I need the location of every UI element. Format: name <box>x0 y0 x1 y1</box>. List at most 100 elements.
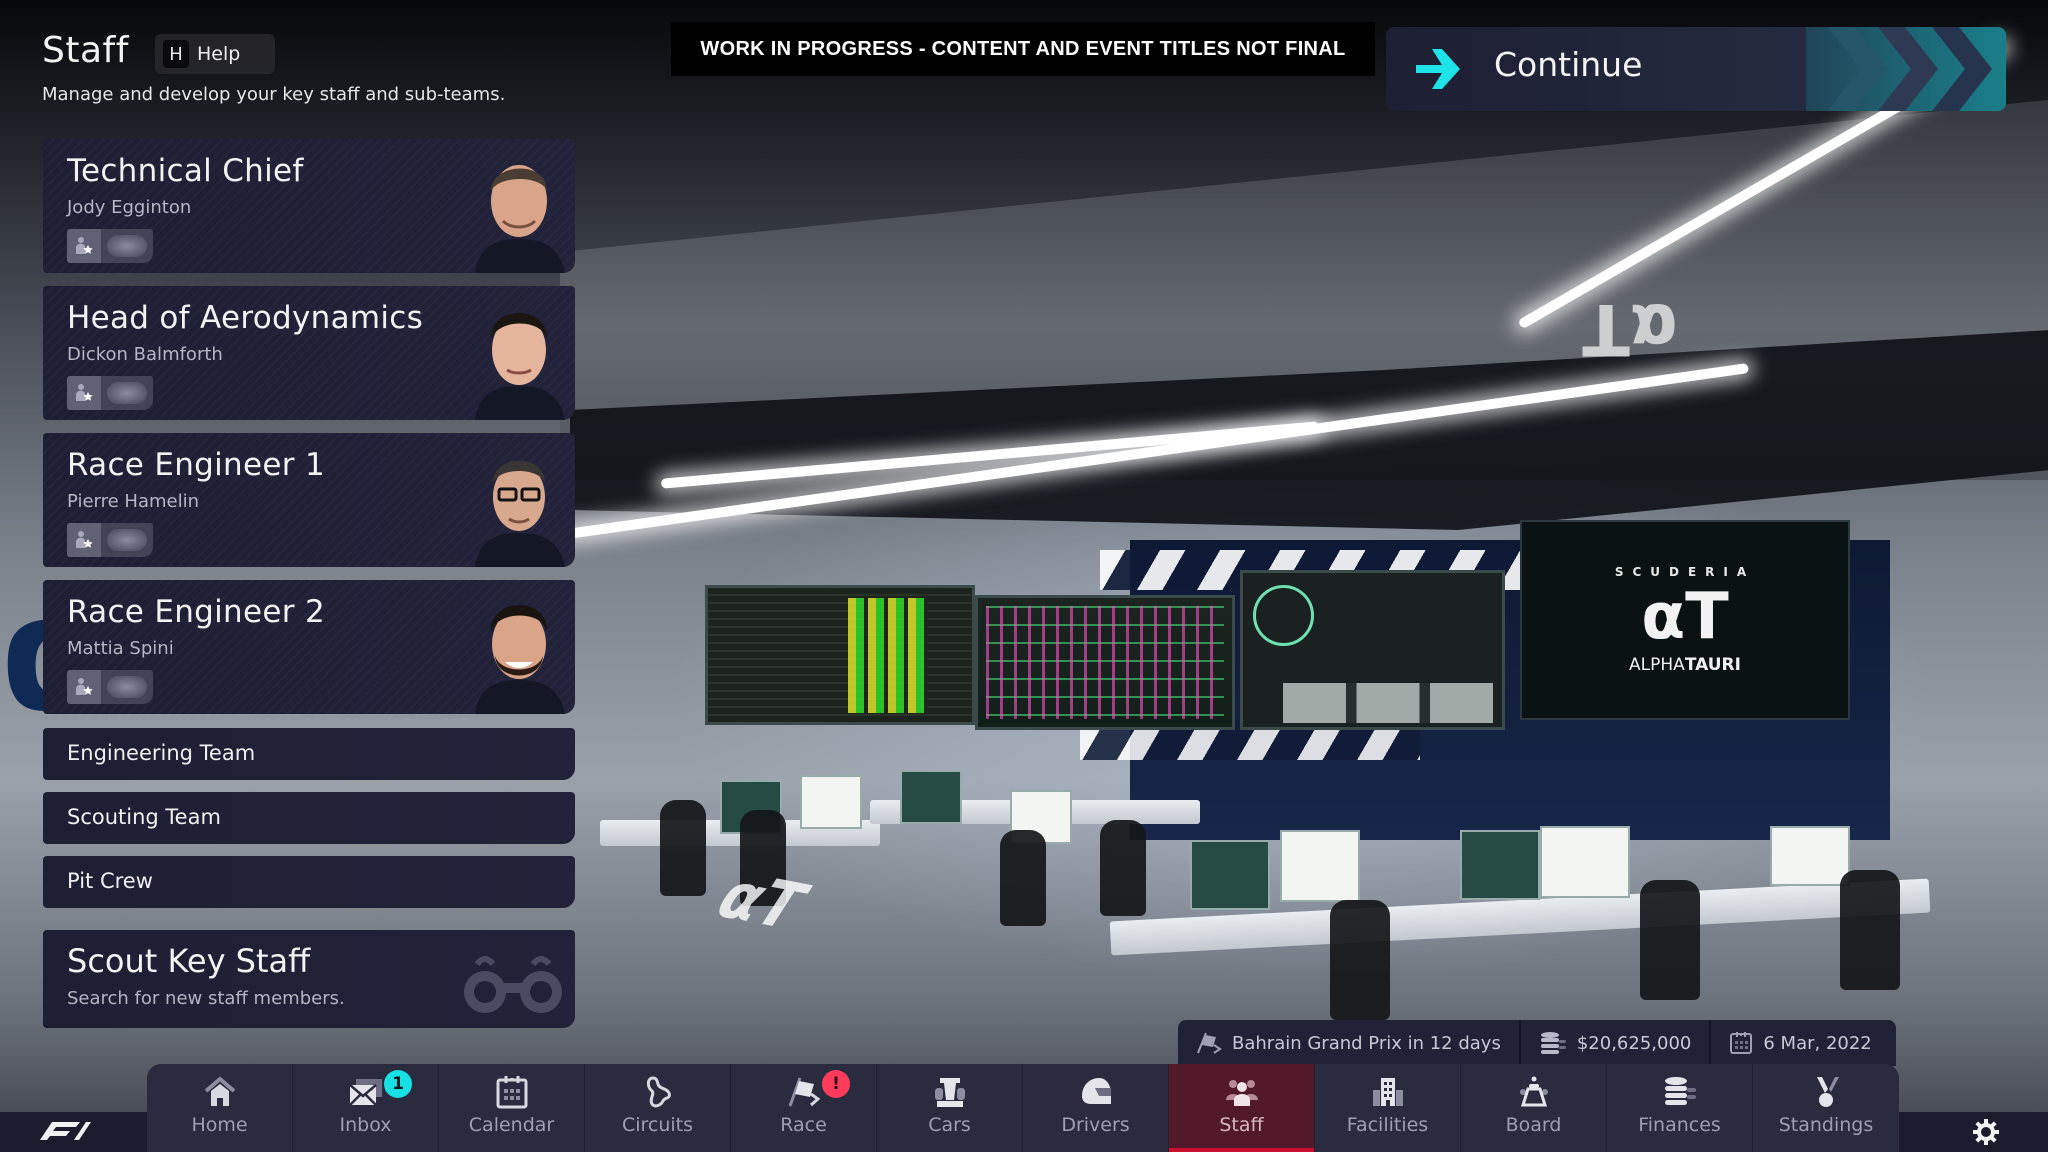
staff-card-head-of-aerodynamics[interactable]: Head of Aerodynamics Dickon Balmforth <box>43 286 575 420</box>
team-logo-screen: SCUDERIA αT ALPHATAURI <box>1520 520 1850 720</box>
monitor <box>1280 830 1360 902</box>
coins-icon <box>1660 1074 1700 1110</box>
board-icon <box>1514 1074 1554 1110</box>
staff-name: Dickon Balmforth <box>67 344 223 365</box>
monitor <box>1540 826 1630 898</box>
nav-drivers[interactable]: Drivers <box>1023 1064 1169 1152</box>
nav-label: Circuits <box>621 1114 694 1136</box>
team-logo-reflection: αT <box>1582 288 1678 370</box>
inbox-unread-badge: 1 <box>384 1070 412 1098</box>
nav-label: Race <box>780 1114 827 1136</box>
help-label: Help <box>197 43 241 65</box>
nav-inbox[interactable]: Inbox 1 <box>293 1064 439 1152</box>
status-bar: Bahrain Grand Prix in 12 days $20,625,00… <box>1178 1020 1896 1066</box>
scout-key-staff-button[interactable]: Scout Key Staff Search for new staff mem… <box>43 930 575 1028</box>
help-hotkey: H <box>163 40 189 68</box>
nav-board[interactable]: Board <box>1461 1064 1607 1152</box>
helmet-icon <box>1076 1074 1116 1110</box>
arrow-right-icon <box>1416 49 1460 89</box>
next-event-label: Bahrain Grand Prix in 12 days <box>1232 1032 1501 1054</box>
staff-rating-hidden <box>107 235 147 257</box>
person-star-icon <box>67 376 101 410</box>
staff-role: Head of Aerodynamics <box>67 300 424 336</box>
f1-logo <box>40 1122 91 1140</box>
staff-card-technical-chief[interactable]: Technical Chief Jody Egginton <box>43 139 575 273</box>
nav-finances[interactable]: Finances <box>1607 1064 1753 1152</box>
track-map-screen <box>1240 570 1505 730</box>
main-nav: Home Inbox 1 Calendar Circuits Race ! Ca… <box>147 1064 1899 1152</box>
sub-team-engineering[interactable]: Engineering Team <box>43 728 575 780</box>
monitor <box>1460 830 1540 900</box>
staff-card-race-engineer-2[interactable]: Race Engineer 2 Mattia Spini <box>43 580 575 714</box>
nav-standings[interactable]: Standings <box>1753 1064 1899 1152</box>
page-subtitle: Manage and develop your key staff and su… <box>42 84 506 105</box>
nav-label: Facilities <box>1346 1114 1429 1136</box>
continue-button[interactable]: Continue <box>1386 27 2006 111</box>
race-alert-badge: ! <box>822 1070 850 1098</box>
nav-label: Standings <box>1778 1114 1874 1136</box>
telemetry-screen <box>975 595 1235 730</box>
office-chair <box>1640 880 1700 1000</box>
sub-team-pit-crew[interactable]: Pit Crew <box>43 856 575 908</box>
staff-name: Jody Egginton <box>67 197 192 218</box>
nav-label: Staff <box>1219 1114 1264 1136</box>
staff-rating-badge <box>67 229 153 263</box>
person-star-icon <box>67 670 101 704</box>
nav-label: Drivers <box>1061 1114 1130 1136</box>
staff-role: Race Engineer 2 <box>67 594 325 630</box>
help-button[interactable]: H Help <box>155 34 275 74</box>
binoculars-icon <box>464 956 562 1013</box>
sub-team-label: Scouting Team <box>67 805 221 829</box>
home-icon <box>200 1074 240 1110</box>
scout-title: Scout Key Staff <box>67 942 311 980</box>
staff-card-race-engineer-1[interactable]: Race Engineer 1 Pierre Hamelin <box>43 433 575 567</box>
staff-role: Race Engineer 1 <box>67 447 325 483</box>
staff-portrait <box>475 313 565 420</box>
sub-team-label: Pit Crew <box>67 869 153 893</box>
nav-staff[interactable]: Staff <box>1169 1064 1315 1152</box>
staff-rating-hidden <box>107 382 147 404</box>
sub-team-scouting[interactable]: Scouting Team <box>43 792 575 844</box>
nav-label: Cars <box>928 1114 971 1136</box>
nav-cars[interactable]: Cars <box>877 1064 1023 1152</box>
nav-facilities[interactable]: Facilities <box>1315 1064 1461 1152</box>
page-title: Staff <box>42 30 129 71</box>
date-status[interactable]: 6 Mar, 2022 <box>1709 1020 1889 1066</box>
car-icon <box>930 1074 970 1110</box>
calendar-icon <box>1730 1032 1753 1054</box>
team-screen-brand: ALPHATAURI <box>1629 655 1741 675</box>
timing-screen <box>705 585 975 725</box>
person-star-icon <box>67 229 101 263</box>
race-flag-icon <box>784 1074 824 1110</box>
building-icon <box>1368 1074 1408 1110</box>
staff-portrait <box>475 605 565 714</box>
wip-banner: WORK IN PROGRESS - CONTENT AND EVENT TIT… <box>671 22 1375 76</box>
balance-status[interactable]: $20,625,000 <box>1518 1020 1710 1066</box>
staff-rating-badge <box>67 523 153 557</box>
calendar-icon <box>492 1074 532 1110</box>
medal-icon <box>1806 1074 1846 1110</box>
nav-label: Finances <box>1638 1114 1721 1136</box>
staff-name: Pierre Hamelin <box>67 491 200 512</box>
monitor <box>900 770 962 824</box>
nav-calendar[interactable]: Calendar <box>439 1064 585 1152</box>
office-chair <box>1840 870 1900 990</box>
nav-label: Home <box>191 1114 248 1136</box>
next-event-status[interactable]: Bahrain Grand Prix in 12 days <box>1178 1020 1519 1066</box>
nav-race[interactable]: Race ! <box>731 1064 877 1152</box>
staff-rating-badge <box>67 670 153 704</box>
continue-label: Continue <box>1494 45 1643 84</box>
staff-portrait <box>475 165 565 273</box>
nav-label: Board <box>1505 1114 1562 1136</box>
nav-circuits[interactable]: Circuits <box>585 1064 731 1152</box>
office-chair <box>1000 830 1046 926</box>
nav-home[interactable]: Home <box>147 1064 293 1152</box>
circuit-icon <box>638 1074 678 1110</box>
staff-portrait <box>475 460 565 567</box>
race-flag-icon <box>1197 1032 1222 1054</box>
staff-role: Technical Chief <box>67 153 304 189</box>
office-chair <box>1330 900 1390 1020</box>
floor-logo: αT <box>702 859 821 944</box>
scout-subtitle: Search for new staff members. <box>67 988 345 1009</box>
settings-button[interactable] <box>1946 1112 2026 1152</box>
